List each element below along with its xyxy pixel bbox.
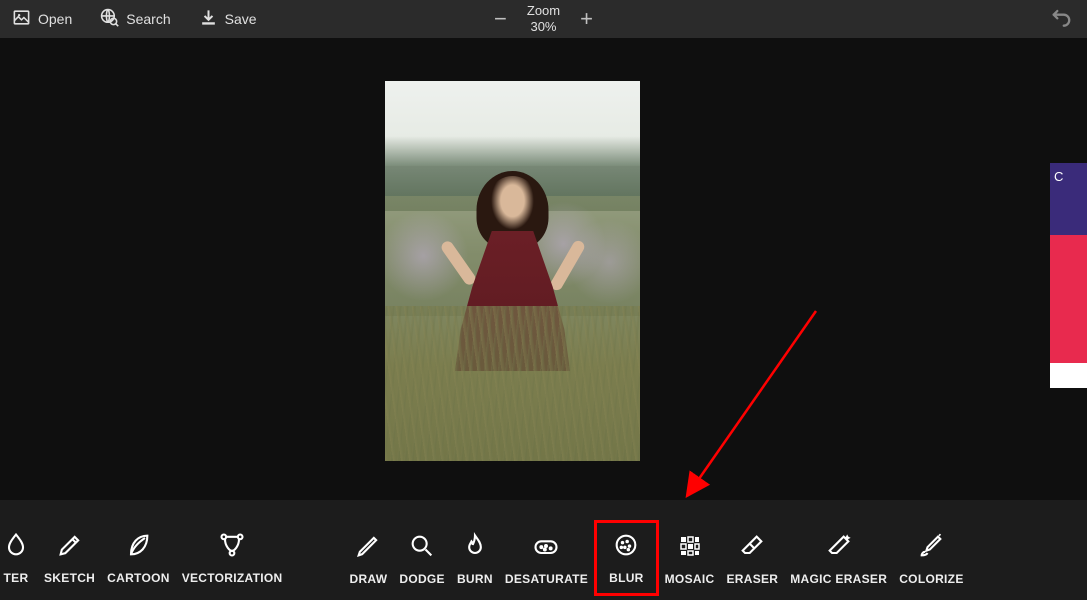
tool-mosaic[interactable]: MOSAIC: [659, 522, 721, 596]
bottom-toolbar: TER SKETCH CARTOON VECTORIZATION DRAW: [0, 500, 1087, 600]
search-globe-icon: [100, 8, 119, 30]
tool-desaturate[interactable]: DESATURATE: [499, 522, 594, 596]
tool-label: BURN: [457, 572, 493, 586]
zoom-display: Zoom 30%: [527, 3, 560, 34]
flame-icon: [459, 530, 491, 562]
mosaic-icon: [674, 530, 706, 562]
tool-group-left: TER SKETCH CARTOON VECTORIZATION: [0, 506, 288, 595]
tool-label: CARTOON: [107, 571, 170, 585]
tool-sketch[interactable]: SKETCH: [38, 521, 101, 595]
pencil-icon: [352, 530, 384, 562]
zoom-controls: − Zoom 30% +: [494, 3, 593, 34]
vector-icon: [216, 529, 248, 561]
side-ad-panel[interactable]: C: [1050, 163, 1087, 388]
image-canvas[interactable]: [385, 81, 640, 461]
tool-dodge[interactable]: DODGE: [393, 522, 451, 596]
tool-magic-eraser[interactable]: MAGIC ERASER: [784, 522, 893, 596]
tool-label: MAGIC ERASER: [790, 572, 887, 586]
brush-icon: [915, 530, 947, 562]
save-button[interactable]: Save: [199, 8, 257, 30]
tool-label: DODGE: [399, 572, 445, 586]
save-label: Save: [225, 11, 257, 27]
tool-cartoon[interactable]: CARTOON: [101, 521, 176, 595]
tool-label: DRAW: [349, 572, 387, 586]
ad-top-text: C: [1050, 163, 1087, 235]
save-icon: [199, 8, 218, 30]
sketch-icon: [54, 529, 86, 561]
top-toolbar: Open Search Save − Zoom 30% +: [0, 0, 1087, 38]
tool-blur[interactable]: BLUR: [594, 520, 659, 596]
eraser-icon: [736, 530, 768, 562]
open-button[interactable]: Open: [12, 8, 72, 30]
open-icon: [12, 8, 31, 30]
zoom-out-button[interactable]: −: [494, 6, 507, 32]
tool-label: VECTORIZATION: [182, 571, 283, 585]
tool-label: COLORIZE: [899, 572, 963, 586]
sponge-icon: [530, 530, 562, 562]
zoom-value: 30%: [527, 19, 560, 35]
ad-mid: [1050, 235, 1087, 363]
tool-label: BLUR: [609, 571, 644, 585]
tool-burn[interactable]: BURN: [451, 522, 499, 596]
canvas-area[interactable]: C: [0, 38, 1087, 500]
leaf-icon: [122, 529, 154, 561]
blur-icon: [610, 529, 642, 561]
open-label: Open: [38, 11, 72, 27]
tool-label: TER: [4, 571, 29, 585]
tool-label: SKETCH: [44, 571, 95, 585]
magic-eraser-icon: [823, 530, 855, 562]
tool-ter[interactable]: TER: [0, 521, 38, 595]
magnifier-icon: [406, 530, 438, 562]
tool-group-right: DRAW DODGE BURN DESATURATE BLUR: [343, 505, 969, 596]
search-button[interactable]: Search: [100, 8, 170, 30]
tool-vectorization[interactable]: VECTORIZATION: [176, 521, 289, 595]
zoom-label: Zoom: [527, 3, 560, 19]
drop-icon: [0, 529, 32, 561]
tool-eraser[interactable]: ERASER: [720, 522, 784, 596]
search-label: Search: [126, 11, 170, 27]
tool-label: MOSAIC: [665, 572, 715, 586]
tool-draw[interactable]: DRAW: [343, 522, 393, 596]
tool-colorize[interactable]: COLORIZE: [893, 522, 969, 596]
tool-label: ERASER: [726, 572, 778, 586]
ad-bottom: [1050, 363, 1087, 388]
top-left-group: Open Search Save: [12, 8, 257, 30]
undo-button[interactable]: [1050, 6, 1072, 33]
zoom-in-button[interactable]: +: [580, 6, 593, 32]
tool-label: DESATURATE: [505, 572, 588, 586]
